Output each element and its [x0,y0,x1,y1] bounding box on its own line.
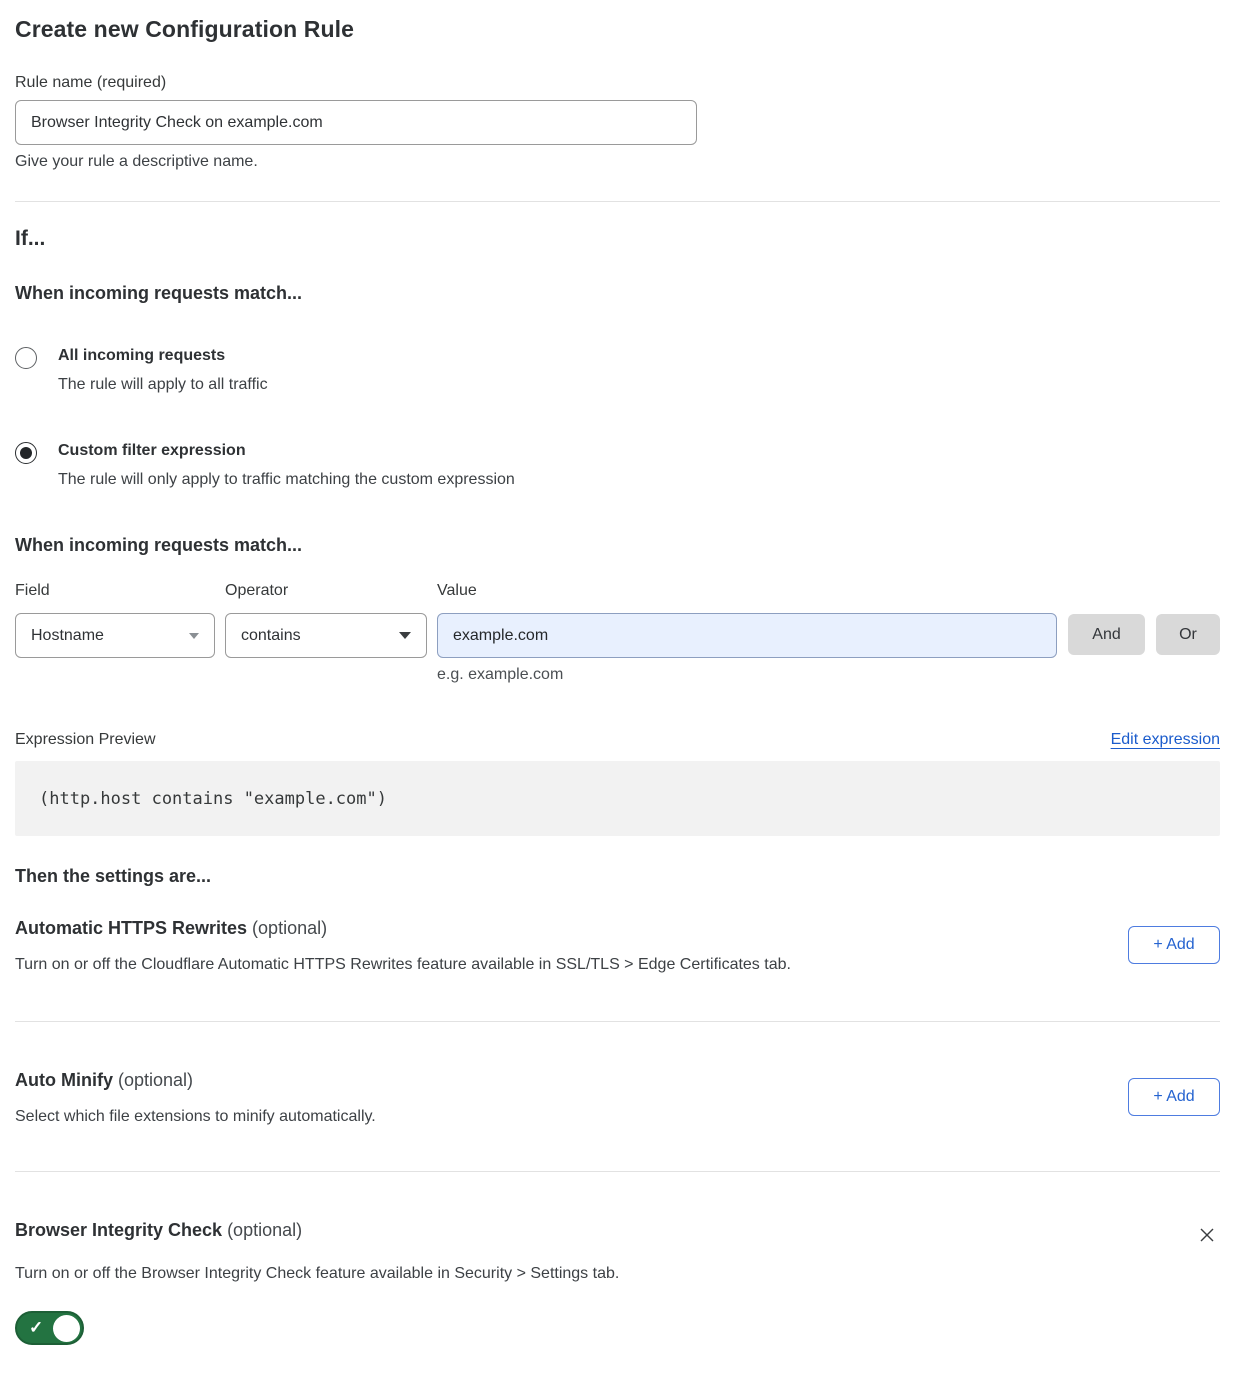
expression-code: (http.host contains "example.com") [39,789,387,809]
setting-title-line: Auto Minify (optional) [15,1070,376,1091]
check-icon: ✓ [29,1318,43,1338]
setting-description: Turn on or off the Cloudflare Automatic … [15,956,791,974]
setting-optional-tag: (optional) [247,918,327,938]
setting-auto-minify: Auto Minify (optional) Select which file… [15,1070,1220,1126]
radio-option-all-incoming-requests[interactable]: All incoming requests The rule will appl… [15,346,1220,395]
page-title: Create new Configuration Rule [15,16,1220,43]
expression-preview-header: Expression Preview Edit expression [15,731,1220,749]
rule-name-helper: Give your rule a descriptive name. [15,153,1220,171]
value-input[interactable] [437,613,1057,658]
radio-button-icon[interactable] [15,347,37,369]
expression-preview-label: Expression Preview [15,731,156,749]
or-button[interactable]: Or [1156,614,1220,655]
and-button[interactable]: And [1068,614,1145,655]
rule-name-input[interactable] [15,100,697,145]
browser-integrity-check-toggle[interactable]: ✓ [15,1311,84,1345]
setting-description: Select which file extensions to minify a… [15,1108,376,1126]
radio-label: All incoming requests [58,346,268,366]
field-column: Field Hostname [15,582,215,658]
operator-label: Operator [225,582,427,600]
setting-title: Auto Minify [15,1070,113,1090]
edit-expression-link[interactable]: Edit expression [1111,731,1220,749]
create-configuration-rule-form: Create new Configuration Rule Rule name … [0,0,1237,1390]
operator-select[interactable]: contains [225,613,427,658]
setting-automatic-https-rewrites: Automatic HTTPS Rewrites (optional) Turn… [15,918,1220,974]
operator-column: Operator contains [225,582,427,658]
value-label: Value [437,582,1057,600]
operator-select-value: contains [241,627,301,645]
close-icon [1198,1226,1216,1244]
value-helper: e.g. example.com [437,666,1057,684]
setting-title: Automatic HTTPS Rewrites [15,918,247,938]
chevron-down-icon [189,633,199,639]
setting-text: Auto Minify (optional) Select which file… [15,1070,376,1126]
remove-setting-button[interactable] [1194,1222,1220,1248]
setting-header-row: Browser Integrity Check (optional) [15,1220,1220,1248]
connector-buttons: And Or [1068,614,1220,655]
setting-optional-tag: (optional) [113,1070,193,1090]
rule-name-label: Rule name (required) [15,74,1220,92]
match-heading: When incoming requests match... [15,283,1220,304]
setting-title: Browser Integrity Check [15,1220,222,1240]
radio-button-selected-icon[interactable] [15,442,37,464]
field-label: Field [15,582,215,600]
setting-title-line: Automatic HTTPS Rewrites (optional) [15,918,791,939]
field-select-value: Hostname [31,627,104,645]
radio-description: The rule will only apply to traffic matc… [58,470,515,490]
expression-builder-row: Field Hostname Operator contains Value e… [15,582,1220,684]
chevron-down-icon [399,632,411,639]
add-automatic-https-rewrites-button[interactable]: + Add [1128,926,1220,964]
radio-description: The rule will apply to all traffic [58,375,268,395]
field-select[interactable]: Hostname [15,613,215,658]
radio-text: All incoming requests The rule will appl… [58,346,268,395]
expression-preview-code-block: (http.host contains "example.com") [15,761,1220,836]
value-column: Value e.g. example.com [437,582,1057,684]
section-divider [15,201,1220,202]
setting-title-line: Browser Integrity Check (optional) [15,1220,302,1241]
add-auto-minify-button[interactable]: + Add [1128,1078,1220,1116]
radio-text: Custom filter expression The rule will o… [58,441,515,490]
section-divider [15,1021,1220,1022]
expression-builder-heading: When incoming requests match... [15,535,1220,556]
setting-optional-tag: (optional) [222,1220,302,1240]
toggle-knob[interactable] [53,1315,80,1342]
setting-browser-integrity-check: Browser Integrity Check (optional) Turn … [15,1220,1220,1350]
radio-label: Custom filter expression [58,441,515,461]
radio-option-custom-filter-expression[interactable]: Custom filter expression The rule will o… [15,441,1220,490]
section-divider [15,1171,1220,1172]
then-settings-heading: Then the settings are... [15,866,1220,887]
setting-text: Automatic HTTPS Rewrites (optional) Turn… [15,918,791,974]
if-heading: If... [15,227,1220,251]
setting-description: Turn on or off the Browser Integrity Che… [15,1265,1220,1283]
